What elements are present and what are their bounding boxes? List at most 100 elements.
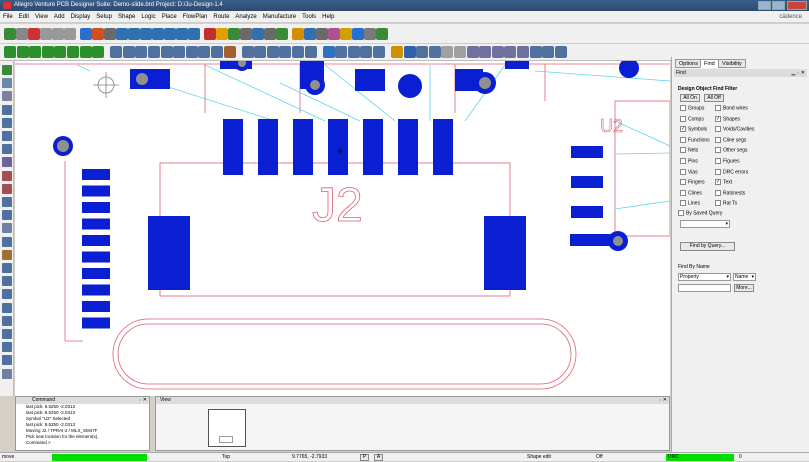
toolbar-tool-icon[interactable] bbox=[292, 28, 304, 40]
find-filter-checkbox-comps[interactable]: Comps bbox=[680, 115, 704, 123]
left-column-pad[interactable] bbox=[82, 317, 110, 329]
find-filter-checkbox-cline-segs[interactable]: Cline segs bbox=[715, 136, 746, 144]
p-button[interactable]: P bbox=[360, 454, 369, 461]
toolbar-tool-icon[interactable] bbox=[322, 46, 335, 58]
find-by-query-button[interactable]: Find by Query... bbox=[680, 242, 735, 251]
toolbar-tool-icon[interactable] bbox=[104, 28, 116, 40]
toolbar-tool-icon[interactable] bbox=[223, 46, 236, 58]
toolbar-tool-icon[interactable] bbox=[391, 46, 403, 58]
u2-pad[interactable] bbox=[571, 146, 603, 158]
toolbar-tool-icon[interactable] bbox=[328, 28, 340, 40]
large-pad-left[interactable] bbox=[148, 216, 190, 290]
connector-pad[interactable] bbox=[328, 119, 348, 175]
left-tool-icon[interactable] bbox=[2, 223, 12, 234]
left-tool-icon[interactable] bbox=[2, 78, 12, 89]
close-icon[interactable]: ₋ ✕ bbox=[659, 397, 667, 404]
checkbox-box[interactable] bbox=[715, 200, 721, 207]
menu-analyze[interactable]: Analyze bbox=[232, 11, 259, 22]
toolbar-tool-icon[interactable] bbox=[554, 46, 567, 58]
toolbar-tool-icon[interactable] bbox=[542, 46, 555, 58]
find-filter-checkbox-pins[interactable]: Pins bbox=[680, 158, 698, 165]
left-tool-icon[interactable] bbox=[2, 236, 12, 247]
minimize-button[interactable] bbox=[758, 1, 771, 10]
menu-shape[interactable]: Shape bbox=[115, 11, 138, 22]
toolbar-tool-icon[interactable] bbox=[28, 28, 40, 40]
toolbar-tool-icon[interactable] bbox=[292, 46, 304, 58]
toolbar-tool-icon[interactable] bbox=[266, 46, 279, 58]
world-view-viewport[interactable] bbox=[208, 409, 246, 447]
toolbar-tool-icon[interactable] bbox=[254, 46, 267, 58]
toolbar-tool-icon[interactable] bbox=[376, 28, 388, 40]
connector-pad[interactable] bbox=[398, 119, 418, 175]
checkbox-box[interactable] bbox=[680, 189, 686, 196]
toolbar-tool-icon[interactable] bbox=[67, 46, 79, 58]
left-tool-icon[interactable] bbox=[2, 183, 12, 194]
left-tool-icon[interactable] bbox=[2, 197, 12, 207]
left-tool-icon[interactable] bbox=[2, 104, 12, 115]
toolbar-tool-icon[interactable] bbox=[64, 28, 76, 40]
toolbar-tool-icon[interactable] bbox=[279, 46, 292, 58]
toolbar-tool-icon[interactable] bbox=[173, 46, 186, 58]
maximize-button[interactable] bbox=[772, 1, 785, 10]
left-tool-icon[interactable] bbox=[2, 144, 12, 155]
left-tool-icon[interactable] bbox=[2, 315, 12, 326]
left-tool-icon[interactable] bbox=[2, 302, 12, 313]
left-tool-icon[interactable] bbox=[2, 170, 12, 181]
left-column-pad[interactable] bbox=[82, 218, 110, 230]
toolbar-tool-icon[interactable] bbox=[403, 46, 416, 58]
checkbox-box[interactable]: ✓ bbox=[715, 115, 721, 122]
menu-place[interactable]: Place bbox=[159, 11, 180, 22]
menu-add[interactable]: Add bbox=[51, 11, 68, 22]
menu-help[interactable]: Help bbox=[319, 11, 337, 22]
toolbar-tool-icon[interactable] bbox=[40, 28, 52, 40]
toolbar-tool-icon[interactable] bbox=[152, 28, 164, 40]
toolbar-tool-icon[interactable] bbox=[335, 46, 348, 58]
toolbar-tool-icon[interactable] bbox=[276, 28, 288, 40]
find-filter-checkbox-figures[interactable]: Figures bbox=[715, 158, 740, 165]
name-select[interactable]: Name ▾ bbox=[733, 273, 756, 281]
toolbar-tool-icon[interactable] bbox=[185, 46, 198, 58]
large-pad-right[interactable] bbox=[484, 216, 526, 290]
find-filter-checkbox-lines[interactable]: Lines bbox=[680, 200, 700, 207]
toolbar-tool-icon[interactable] bbox=[160, 46, 173, 58]
toolbar-tool-icon[interactable] bbox=[16, 28, 28, 40]
left-tool-icon[interactable] bbox=[2, 157, 12, 168]
toolbar-tool-icon[interactable] bbox=[316, 28, 328, 40]
checkbox-box[interactable] bbox=[715, 158, 721, 164]
toolbar-tool-icon[interactable] bbox=[140, 28, 152, 40]
menu-logic[interactable]: Logic bbox=[138, 11, 158, 22]
toolbar-tool-icon[interactable] bbox=[216, 28, 228, 40]
left-tool-icon[interactable] bbox=[2, 355, 12, 366]
mounting-pad[interactable] bbox=[398, 74, 422, 98]
toolbar-tool-icon[interactable] bbox=[198, 46, 211, 58]
checkbox-box[interactable] bbox=[715, 136, 721, 143]
left-tool-icon[interactable] bbox=[2, 131, 12, 141]
checkbox-box[interactable] bbox=[715, 189, 721, 196]
left-column-pad[interactable] bbox=[82, 185, 110, 197]
toolbar-tool-icon[interactable] bbox=[504, 46, 517, 58]
all-off-button[interactable]: All Off bbox=[704, 94, 724, 102]
toolbar-tool-icon[interactable] bbox=[52, 28, 64, 40]
toolbar-tool-icon[interactable] bbox=[122, 46, 135, 58]
menu-manufacture[interactable]: Manufacture bbox=[260, 11, 299, 22]
checkbox-box[interactable] bbox=[680, 136, 686, 143]
toolbar-tool-icon[interactable] bbox=[529, 46, 542, 58]
left-tool-icon[interactable] bbox=[2, 249, 12, 260]
left-tool-icon[interactable] bbox=[2, 289, 12, 300]
checkbox-box[interactable] bbox=[680, 179, 686, 186]
toolbar-tool-icon[interactable] bbox=[304, 28, 316, 40]
toolbar-tool-icon[interactable] bbox=[304, 46, 317, 58]
find-filter-checkbox-vias[interactable]: Vias bbox=[680, 168, 698, 176]
checkbox-box[interactable] bbox=[678, 210, 684, 216]
checkbox-box[interactable] bbox=[680, 115, 686, 122]
checkbox-box[interactable]: ✓ bbox=[680, 126, 686, 133]
left-tool-icon[interactable] bbox=[2, 117, 12, 128]
find-filter-checkbox-nets[interactable]: Nets bbox=[680, 147, 698, 154]
checkbox-box[interactable] bbox=[715, 105, 721, 111]
u2-pad[interactable] bbox=[571, 206, 603, 218]
pcb-drawing[interactable]: J2 U2 bbox=[15, 61, 670, 396]
toolbar-tool-icon[interactable] bbox=[79, 46, 92, 58]
toolbar-tool-icon[interactable] bbox=[517, 46, 529, 58]
u2-pad[interactable] bbox=[571, 176, 603, 188]
toolbar-tool-icon[interactable] bbox=[148, 46, 160, 58]
